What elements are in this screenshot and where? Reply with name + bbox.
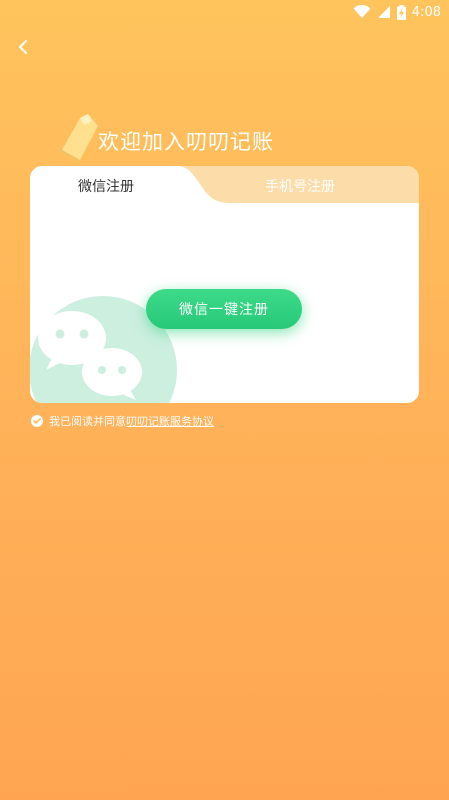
wifi-icon	[353, 5, 371, 18]
service-agreement-link[interactable]: 叨叨记账服务协议	[126, 413, 214, 429]
wechat-one-click-register-button[interactable]: 微信一键注册	[146, 289, 302, 329]
register-card: 微信注册 手机号注册 微信一键注册	[30, 166, 419, 403]
signal-icon	[377, 6, 390, 18]
battery-charging-icon	[396, 4, 406, 20]
status-time: 4:08	[411, 4, 441, 20]
welcome-header: 欢迎加入叨叨记账	[58, 112, 388, 162]
agreement-row: 我已阅读并同意 叨叨记账服务协议	[31, 413, 214, 429]
tab-wechat-register[interactable]: 微信注册	[78, 176, 134, 198]
check-circle-icon[interactable]	[31, 415, 43, 427]
back-button[interactable]	[10, 34, 36, 60]
tab-phone-register[interactable]: 手机号注册	[265, 176, 335, 198]
back-arrow-icon	[19, 40, 27, 54]
page-title: 欢迎加入叨叨记账	[98, 130, 274, 154]
wallet-decoration-icon	[60, 114, 98, 162]
agreement-text: 我已阅读并同意	[49, 415, 126, 428]
status-bar: 4:08	[0, 0, 449, 24]
